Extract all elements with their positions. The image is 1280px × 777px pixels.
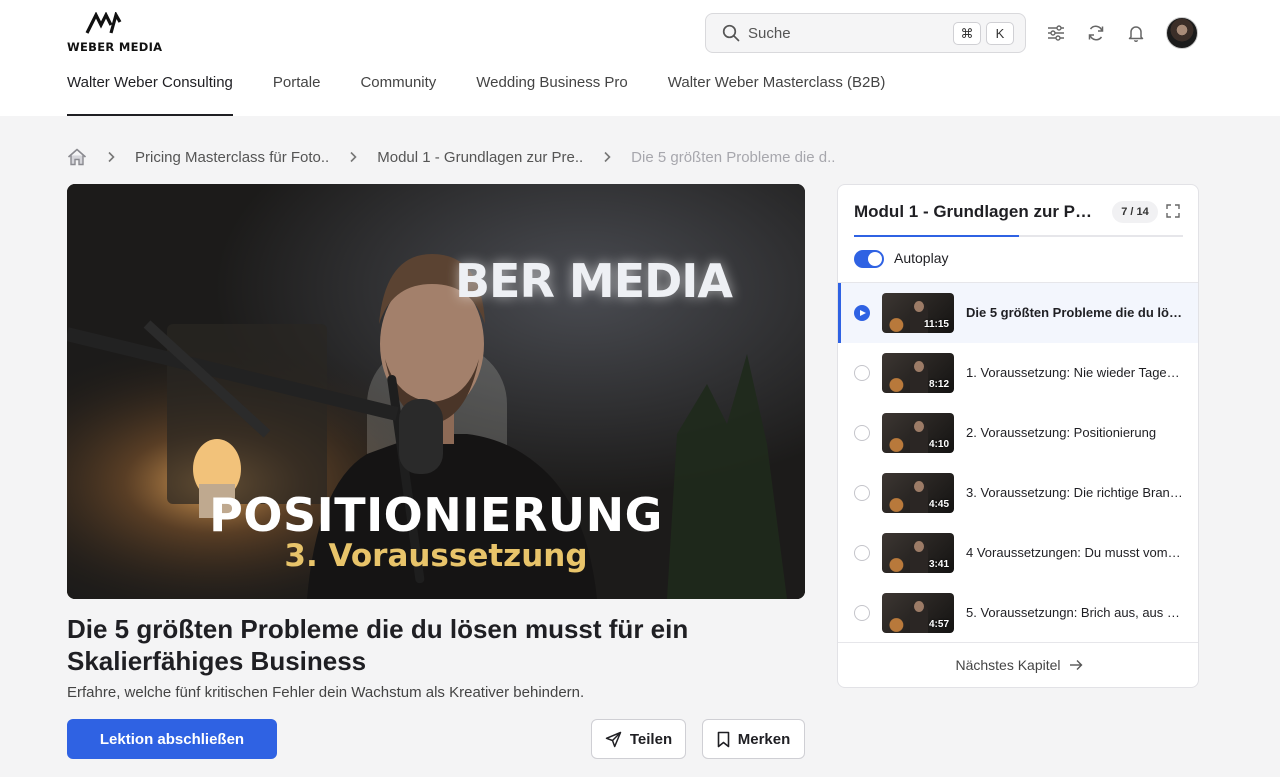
lesson-duration: 3:41: [928, 559, 949, 570]
lesson-list-item[interactable]: 4:57 5. Voraussetzungn: Brich aus, aus d…: [838, 583, 1198, 643]
breadcrumb-current-lesson: Die 5 größten Probleme die d..: [631, 148, 836, 166]
home-icon[interactable]: [67, 148, 87, 166]
chevron-right-icon: [603, 151, 611, 163]
lesson-list-item[interactable]: 11:15 Die 5 größten Probleme die du löse…: [838, 283, 1198, 343]
lesson-title-label: 3. Voraussetzung: Die richtige Branche: [966, 485, 1184, 500]
filter-icon[interactable]: [1045, 22, 1067, 44]
lesson-title-label: 1. Voraussetzung: Nie wieder Tagessätze: [966, 365, 1184, 380]
breadcrumb-module[interactable]: Modul 1 - Grundlagen zur Pre..: [377, 149, 583, 166]
lesson-list-item[interactable]: 3:41 4 Voraussetzungen: Du musst vom Mar…: [838, 523, 1198, 583]
bookmark-icon: [717, 731, 730, 747]
lesson-thumbnail: 4:45: [882, 473, 954, 513]
shortcut-modifier-key: ⌘: [953, 22, 981, 45]
lesson-duration: 8:12: [928, 379, 949, 390]
lesson-thumbnail: 4:57: [882, 593, 954, 633]
lesson-thumbnail: 11:15: [882, 293, 954, 333]
lesson-thumbnail: 3:41: [882, 533, 954, 573]
brand-logo[interactable]: WEBER MEDIA: [67, 12, 162, 56]
share-button[interactable]: Teilen: [591, 719, 686, 759]
lesson-status-radio[interactable]: [854, 425, 870, 441]
complete-lesson-button[interactable]: Lektion abschließen: [67, 719, 277, 759]
bell-icon[interactable]: [1125, 22, 1147, 44]
brand-name: WEBER MEDIA: [67, 40, 163, 54]
breadcrumb: Pricing Masterclass für Foto.. Modul 1 -…: [67, 146, 835, 168]
shortcut-key: K: [986, 22, 1014, 45]
lesson-title-label: 2. Voraussetzung: Positionierung: [966, 425, 1157, 440]
lesson-duration: 4:57: [928, 619, 949, 630]
nav-item-masterclass-b2b[interactable]: Walter Weber Masterclass (B2B): [668, 74, 886, 116]
user-avatar[interactable]: [1166, 17, 1198, 49]
share-button-label: Teilen: [629, 730, 673, 748]
lesson-duration: 4:45: [928, 499, 949, 510]
chevron-right-icon: [349, 151, 357, 163]
lesson-title: Die 5 größten Probleme die du lösen muss…: [67, 614, 689, 676]
playing-indicator-icon: [854, 305, 870, 321]
main-nav: Walter Weber Consulting Portale Communit…: [67, 74, 885, 116]
top-bar: WEBER MEDIA ⌘ K: [0, 0, 1280, 116]
nav-item-wedding-business-pro[interactable]: Wedding Business Pro: [476, 74, 627, 116]
lesson-thumbnail: 8:12: [882, 353, 954, 393]
lesson-list-item[interactable]: 4:10 2. Voraussetzung: Positionierung: [838, 403, 1198, 463]
lesson-duration: 11:15: [923, 319, 949, 330]
breadcrumb-course[interactable]: Pricing Masterclass für Foto..: [135, 149, 329, 166]
video-neon-sign: BER MEDIA: [455, 254, 733, 308]
bookmark-button-label: Merken: [737, 730, 791, 748]
lesson-status-radio[interactable]: [854, 605, 870, 621]
video-overlay-title: POSITIONIERUNG: [209, 488, 663, 542]
lesson-status-radio[interactable]: [854, 485, 870, 501]
lesson-list-item[interactable]: 4:45 3. Voraussetzung: Die richtige Bran…: [838, 463, 1198, 523]
search-icon: [722, 24, 740, 42]
send-icon: [605, 731, 622, 747]
lesson-title-label: 4 Voraussetzungen: Du musst vom Markt le…: [966, 545, 1184, 560]
chapter-panel: Modul 1 - Grundlagen zur Preis-... 7 / 1…: [837, 184, 1199, 688]
nav-item-walter-weber-consulting[interactable]: Walter Weber Consulting: [67, 74, 233, 116]
search-input[interactable]: [748, 22, 938, 44]
lesson-counter-badge: 7 / 14: [1112, 201, 1158, 223]
lesson-title-label: 5. Voraussetzungn: Brich aus, aus dem Ha…: [966, 605, 1184, 620]
lesson-duration: 4:10: [928, 439, 949, 450]
autoplay-toggle[interactable]: [854, 250, 884, 268]
next-chapter-button[interactable]: Nächstes Kapitel: [838, 642, 1198, 687]
lesson-thumbnail: 4:10: [882, 413, 954, 453]
lesson-status-radio[interactable]: [854, 545, 870, 561]
autoplay-toggle-knob: [868, 252, 882, 266]
autoplay-label: Autoplay: [894, 250, 949, 266]
next-chapter-label: Nächstes Kapitel: [955, 657, 1061, 673]
module-title: Modul 1 - Grundlagen zur Preis-...: [854, 202, 1094, 221]
bookmark-button[interactable]: Merken: [702, 719, 805, 759]
module-progress-fill: [854, 235, 1019, 237]
refresh-icon[interactable]: [1085, 22, 1107, 44]
lesson-description: Erfahre, welche fünf kritischen Fehler d…: [67, 684, 585, 701]
lesson-list-item[interactable]: 8:12 1. Voraussetzung: Nie wieder Tagess…: [838, 343, 1198, 403]
search-box[interactable]: ⌘ K: [705, 13, 1026, 53]
nav-item-community[interactable]: Community: [360, 74, 436, 116]
video-overlay-subtitle: 3. Voraussetzung: [284, 538, 588, 574]
expand-icon[interactable]: [1166, 204, 1180, 218]
brand-logo-mark-icon: [85, 12, 122, 34]
nav-item-portale[interactable]: Portale: [273, 74, 321, 116]
chevron-right-icon: [107, 151, 115, 163]
lesson-status-radio[interactable]: [854, 365, 870, 381]
arrow-right-icon: [1069, 660, 1083, 670]
lesson-title-label: Die 5 größten Probleme die du lösen muss…: [966, 305, 1184, 320]
video-player[interactable]: BER MEDIA POSITIONIERUNG 3. Voraussetzun…: [67, 184, 805, 599]
lesson-list: 11:15 Die 5 größten Probleme die du löse…: [838, 282, 1198, 643]
module-progress-bar: [854, 235, 1183, 237]
